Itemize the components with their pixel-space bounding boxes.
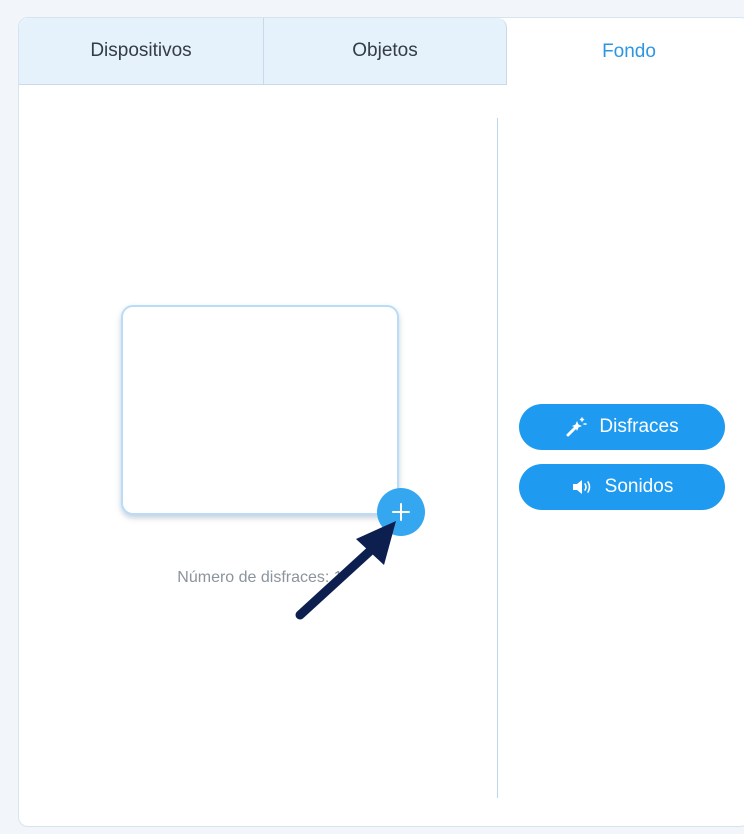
add-costume-button[interactable] (377, 488, 425, 536)
costumes-button[interactable]: Disfraces (519, 404, 725, 450)
costumes-button-label: Disfraces (599, 416, 679, 437)
speaker-icon (571, 477, 593, 497)
magic-wand-icon (565, 416, 588, 438)
tab-bar: Dispositivos Objetos Fondo (19, 18, 744, 85)
background-panel: Dispositivos Objetos Fondo Número de dis… (18, 17, 744, 827)
costume-count-label: Número de disfraces: 1 (177, 569, 343, 586)
tab-background[interactable]: Fondo (507, 18, 744, 85)
tab-devices[interactable]: Dispositivos (19, 18, 264, 85)
sounds-button-label: Sonidos (604, 476, 674, 497)
sounds-button[interactable]: Sonidos (519, 464, 725, 510)
panel-divider (497, 118, 498, 798)
tab-objects[interactable]: Objetos (264, 18, 507, 85)
plus-icon (392, 503, 410, 521)
costume-thumbnail[interactable] (121, 305, 399, 515)
